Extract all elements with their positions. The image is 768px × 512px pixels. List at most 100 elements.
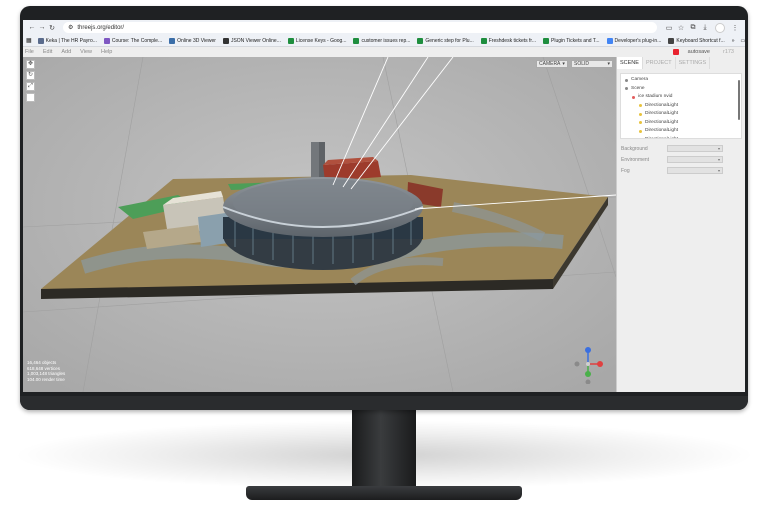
shading-select[interactable]: SOLID ▾ <box>571 60 613 68</box>
bookmark-item[interactable]: Developer's plug-in... <box>606 37 662 44</box>
rotate-tool-icon[interactable]: ↻ <box>26 71 35 80</box>
outliner-item[interactable]: ice stadium nvid <box>625 93 737 102</box>
property-row: Fog ▾ <box>617 165 745 176</box>
object-type-icon <box>639 121 642 125</box>
outliner-item[interactable]: DirectionalLight <box>625 136 737 139</box>
transform-toolbar: ✥ ↻ ⤢ <box>26 60 35 102</box>
bookmark-item[interactable]: Freshdesk tickets fr... <box>480 37 536 44</box>
chevron-down-icon: ▾ <box>562 61 565 67</box>
camera-select[interactable]: CAMERA ▾ <box>536 60 568 68</box>
editor: ✥ ↻ ⤢ CAMERA ▾ SOLID ▾ 16,464 objects 61… <box>23 57 745 392</box>
bookmark-item[interactable]: License Keys - Goog... <box>287 37 346 44</box>
bookmark-favicon-icon <box>543 37 549 44</box>
camera-select-value: CAMERA <box>539 61 561 67</box>
outliner-item[interactable]: DirectionalLight <box>625 102 737 111</box>
monitor-stand-base <box>246 486 522 500</box>
viewport[interactable]: ✥ ↻ ⤢ CAMERA ▾ SOLID ▾ 16,464 objects 61… <box>23 57 616 392</box>
property-select[interactable]: ▾ <box>667 167 723 174</box>
autosave-label: autosave <box>687 49 710 55</box>
menu-file[interactable]: File <box>25 49 34 55</box>
bookmark-favicon-icon <box>606 37 613 44</box>
autosave-checkbox[interactable] <box>672 49 679 55</box>
bookmark-label: Developer's plug-in... <box>614 37 662 44</box>
property-label: Fog <box>621 167 630 174</box>
apps-icon[interactable]: ▦ <box>26 37 32 44</box>
reload-icon[interactable]: ↻ <box>47 24 57 32</box>
scene-outliner[interactable]: Camera Scene ice stadium nvid DirectionalLi… <box>620 73 742 139</box>
all-bookmarks-button[interactable]: »▭All Bookmarks <box>732 38 745 44</box>
cast-icon[interactable]: ▭ <box>663 24 675 32</box>
outliner-item[interactable]: Scene <box>625 85 737 94</box>
bookmark-item[interactable]: Online 3D Viewer <box>169 37 216 44</box>
download-icon[interactable]: ⤓ <box>699 24 711 32</box>
autosave-toggle[interactable]: autosave r173 <box>672 49 743 55</box>
forward-icon[interactable]: → <box>37 24 47 31</box>
scene-properties: Background ▾ Environment ▾ Fog ▾ <box>617 143 745 176</box>
local-space-icon[interactable] <box>26 93 35 102</box>
menu-edit[interactable]: Edit <box>43 49 52 55</box>
extensions-icon[interactable]: ⧉ <box>687 24 699 32</box>
tab-scene[interactable]: SCENE <box>617 57 643 69</box>
bookmark-item[interactable]: customer issues rep... <box>353 37 410 44</box>
tab-settings[interactable]: SETTINGS <box>676 57 711 69</box>
bookmark-item[interactable]: Generic step for Plu... <box>417 37 474 44</box>
property-label: Background <box>621 145 648 152</box>
bookmark-item[interactable]: Keka | The HR Payro... <box>37 37 97 44</box>
stadium-model <box>222 177 424 270</box>
bookmark-item[interactable]: Plugin Tickets and T... <box>543 37 600 44</box>
outliner-item-label: DirectionalLight <box>645 102 679 108</box>
property-select[interactable]: ▾ <box>667 145 723 152</box>
object-type-icon <box>639 104 642 108</box>
property-label: Environment <box>621 156 650 163</box>
editor-menubar: File Edit Add View Help autosave r173 <box>23 47 745 57</box>
bookmark-label: Generic step for Plu... <box>425 37 474 44</box>
outliner-item-label: Scene <box>631 85 645 91</box>
folder-icon: ▭ <box>740 37 746 44</box>
profile-avatar[interactable] <box>715 22 725 33</box>
menu-add[interactable]: Add <box>61 49 71 55</box>
info-triangles: 1,003,148 triangles <box>27 371 66 376</box>
monitor-stand-neck <box>352 408 416 488</box>
scene-render <box>23 57 616 392</box>
chevron-right-icon[interactable]: » <box>732 38 735 44</box>
outliner-item-label: DirectionalLight <box>645 111 679 116</box>
property-select[interactable]: ▾ <box>667 156 723 163</box>
bookmark-favicon-icon <box>353 37 360 44</box>
info-render-time: 104.00 render time <box>27 376 65 382</box>
bookmark-label: Keka | The HR Payro... <box>45 37 97 44</box>
translate-tool-icon[interactable]: ✥ <box>26 60 35 69</box>
outliner-item[interactable]: DirectionalLight <box>625 127 737 136</box>
bookmark-favicon-icon <box>417 37 424 44</box>
bookmark-favicon-icon <box>103 37 110 44</box>
outliner-item-label: DirectionalLight <box>645 128 679 133</box>
menu-icon[interactable]: ⋮ <box>729 24 741 32</box>
object-type-icon <box>639 138 642 139</box>
outliner-item[interactable]: DirectionalLight <box>625 110 737 119</box>
url-bar[interactable]: ⚙ threejs.org/editor/ <box>63 22 657 33</box>
object-type-icon <box>632 95 635 99</box>
outliner-item[interactable]: DirectionalLight <box>625 119 737 128</box>
bookmark-item[interactable]: Keyboard Shortcut f... <box>668 37 725 44</box>
menu-help[interactable]: Help <box>101 49 112 55</box>
bookmark-favicon-icon <box>668 37 675 44</box>
outliner-item-label: DirectionalLight <box>645 119 679 125</box>
star-icon[interactable]: ☆ <box>675 24 687 32</box>
bookmark-label: Freshdesk tickets fr... <box>488 37 536 44</box>
object-type-icon <box>639 112 642 116</box>
bookmark-item[interactable]: JSON Viewer Online... <box>222 37 281 44</box>
bookmarks-bar: ▦ Keka | The HR Payro... Course: The Comp… <box>23 35 745 47</box>
back-icon[interactable]: ← <box>27 24 37 31</box>
object-type-icon <box>625 78 628 82</box>
scale-tool-icon[interactable]: ⤢ <box>26 82 35 91</box>
site-info-icon[interactable]: ⚙ <box>68 24 73 31</box>
outliner-scrollbar[interactable] <box>738 80 740 120</box>
bookmark-favicon-icon <box>37 37 44 44</box>
tab-project[interactable]: PROJECT <box>643 57 676 69</box>
version-label: r173 <box>722 49 734 55</box>
axis-gizmo[interactable] <box>568 344 608 384</box>
outliner-item-label: DirectionalLight <box>645 136 679 139</box>
outliner-item[interactable]: Camera <box>625 76 737 85</box>
bookmark-item[interactable]: Course: The Comple... <box>103 37 162 44</box>
bookmark-favicon-icon <box>287 37 294 44</box>
menu-view[interactable]: View <box>80 49 92 55</box>
